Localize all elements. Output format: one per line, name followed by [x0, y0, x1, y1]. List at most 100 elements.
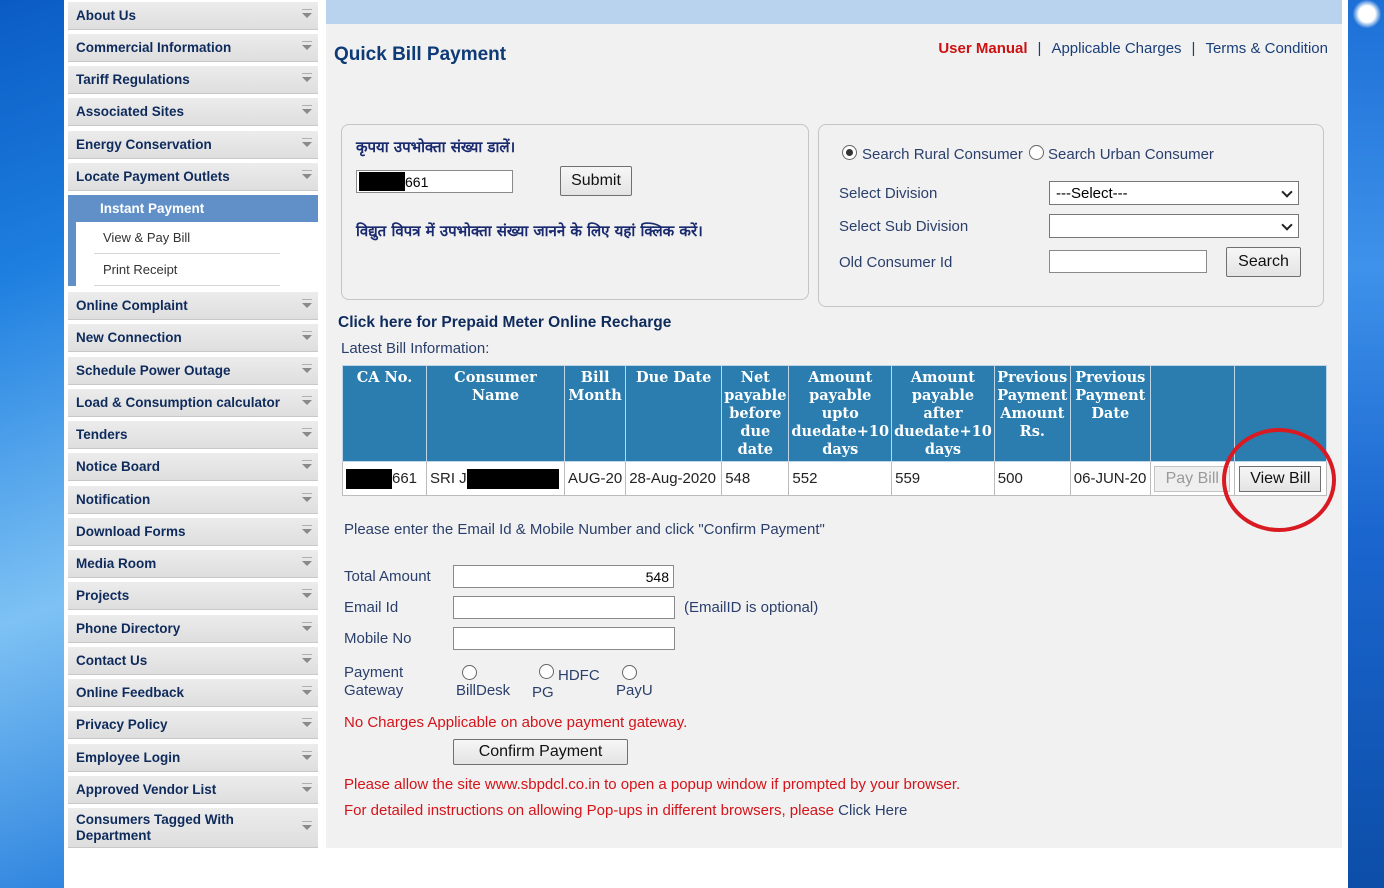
sidebar-item-instant-payment[interactable]: Instant Payment [68, 195, 318, 222]
sidebar-item-associated-sites[interactable]: Associated Sites [68, 98, 318, 126]
table-header-row: CA No. Consumer Name Bill Month Due Date… [342, 365, 1327, 462]
sidebar-item-download-forms[interactable]: Download Forms [68, 518, 318, 546]
chevron-down-icon [302, 298, 312, 308]
old-consumer-id-label: Old Consumer Id [839, 254, 953, 271]
consumer-name-prefix: SRI J [430, 469, 467, 487]
urban-radio[interactable] [1029, 145, 1044, 160]
sidebar-item-schedule-power-outage[interactable]: Schedule Power Outage [68, 357, 318, 385]
redaction-box [346, 468, 392, 489]
sidebar-item-label: Online Feedback [76, 685, 185, 700]
sidebar-item-projects[interactable]: Projects [68, 582, 318, 610]
sidebar-item-label: Energy Conservation [76, 137, 212, 152]
division-select[interactable]: ---Select--- [1049, 181, 1299, 205]
total-amount-label: Total Amount [344, 568, 431, 585]
sidebar-item-locate-payment-outlets[interactable]: Locate Payment Outlets [68, 163, 318, 191]
sidebar-item-energy-conservation[interactable]: Energy Conservation [68, 131, 318, 159]
chevron-down-icon [302, 653, 312, 663]
link-separator: | [1037, 40, 1042, 57]
sidebar-item-privacy-policy[interactable]: Privacy Policy [68, 711, 318, 739]
page-title: Quick Bill Payment [334, 44, 507, 65]
applicable-charges-link[interactable]: Applicable Charges [1051, 40, 1181, 57]
sidebar-item-label: Associated Sites [76, 104, 185, 119]
sidebar-item-commercial-information[interactable]: Commercial Information [68, 34, 318, 62]
rural-radio-label: Search Rural Consumer [862, 146, 1023, 163]
sidebar-item-load-consumption-calculator[interactable]: Load & Consumption calculator [68, 389, 318, 417]
prev-amount-cell: 500 [993, 461, 1071, 496]
submenu-item-view-pay-bill[interactable]: View & Pay Bill [94, 222, 280, 254]
sidebar-item-employee-login[interactable]: Employee Login [68, 744, 318, 772]
column-header-empty [1149, 365, 1235, 462]
chevron-down-icon [302, 685, 312, 695]
sidebar-item-media-room[interactable]: Media Room [68, 550, 318, 578]
rural-radio[interactable] [842, 145, 857, 160]
column-header: CA No. [342, 365, 427, 462]
sidebar-item-about-us[interactable]: About Us [68, 2, 318, 30]
user-manual-link[interactable]: User Manual [938, 40, 1027, 57]
prepaid-recharge-link[interactable]: Click here for Prepaid Meter Online Rech… [338, 314, 671, 332]
email-optional-note: (EmailID is optional) [684, 599, 819, 616]
gateway-label-line2: Gateway [344, 682, 404, 699]
pay-bill-button[interactable]: Pay Bill [1154, 465, 1231, 492]
submenu-item-print-receipt[interactable]: Print Receipt [94, 254, 280, 286]
email-field[interactable] [453, 596, 675, 619]
chevron-down-icon [302, 492, 312, 502]
sidebar-item-label: About Us [76, 8, 136, 23]
sidebar-item-phone-directory[interactable]: Phone Directory [68, 615, 318, 643]
column-header: Previous Payment Date [1069, 365, 1151, 462]
division-label: Select Division [839, 185, 938, 202]
search-button[interactable]: Search [1226, 247, 1301, 277]
top-band [326, 0, 1342, 24]
total-amount-field[interactable] [453, 565, 674, 588]
terms-condition-link[interactable]: Terms & Condition [1205, 40, 1328, 57]
consumer-number-panel: कृपया उपभोक्ता संख्या डालें। 661 Submit … [341, 124, 809, 300]
click-here-link[interactable]: Click Here [838, 802, 907, 819]
sidebar-item-contact-us[interactable]: Contact Us [68, 647, 318, 675]
column-header: Bill Month [563, 365, 627, 462]
mobile-field[interactable] [453, 627, 675, 650]
hdfc-radio[interactable] [539, 664, 554, 679]
highlight-circle [1222, 428, 1336, 532]
confirm-payment-button[interactable]: Confirm Payment [453, 739, 628, 765]
subdivision-select[interactable] [1049, 214, 1299, 238]
sidebar-item-tenders[interactable]: Tenders [68, 421, 318, 449]
sidebar-item-label: Commercial Information [76, 40, 232, 55]
payu-radio[interactable] [622, 665, 637, 680]
submit-button[interactable]: Submit [560, 166, 632, 196]
urban-radio-label: Search Urban Consumer [1048, 146, 1214, 163]
column-header: Amount payable upto duedate+10 days [788, 365, 893, 462]
column-header: Due Date [625, 365, 723, 462]
ca-number-cell: 661 [342, 461, 427, 496]
consumer-number-prompt: कृपया उपभोक्ता संख्या डालें। [356, 138, 516, 156]
sidebar-item-label: Tariff Regulations [76, 72, 190, 87]
hdfc-label: HDFC [558, 667, 600, 684]
amount-upto-10-cell: 552 [788, 461, 893, 496]
hdfc-pg-label: PG [532, 684, 554, 701]
chevron-down-icon [302, 104, 312, 114]
sidebar-item-approved-vendor-list[interactable]: Approved Vendor List [68, 776, 318, 804]
sidebar-item-label: Approved Vendor List [76, 782, 217, 797]
main-content: Quick Bill Payment User Manual | Applica… [326, 0, 1342, 848]
find-consumer-number-link[interactable]: विद्युत विपत्र में उपभोक्ता संख्या जानने… [356, 221, 703, 241]
sidebar-item-consumers-tagged-with-department[interactable]: Consumers Tagged With Department [68, 808, 318, 848]
sidebar-item-new-connection[interactable]: New Connection [68, 324, 318, 352]
sidebar-item-label: New Connection [76, 330, 182, 345]
table-row: 661 SRI J AUG-20 28-Aug-2020 548 552 559… [342, 461, 1327, 496]
sidebar-item-online-feedback[interactable]: Online Feedback [68, 679, 318, 707]
sidebar-item-label: Employee Login [76, 750, 181, 765]
sidebar-item-notification[interactable]: Notification [68, 486, 318, 514]
link-separator: | [1191, 40, 1196, 57]
page: Instant Payment View & Pay Bill Print Re… [64, 0, 1348, 888]
chevron-down-icon [1281, 186, 1293, 198]
sidebar-item-notice-board[interactable]: Notice Board [68, 453, 318, 481]
consumer-search-panel: Search Rural Consumer Search Urban Consu… [818, 124, 1324, 307]
sidebar-item-label: Phone Directory [76, 621, 181, 636]
payu-label: PayU [616, 682, 653, 699]
ca-number-suffix: 661 [392, 469, 418, 487]
sidebar-item-tariff-regulations[interactable]: Tariff Regulations [68, 66, 318, 94]
sidebar-item-online-complaint[interactable]: Online Complaint [68, 292, 318, 320]
consumer-number-input[interactable]: 661 [356, 170, 513, 193]
billdesk-radio[interactable] [462, 665, 477, 680]
chevron-down-icon [302, 782, 312, 792]
old-consumer-id-input[interactable] [1049, 250, 1207, 273]
chevron-down-icon [302, 459, 312, 469]
